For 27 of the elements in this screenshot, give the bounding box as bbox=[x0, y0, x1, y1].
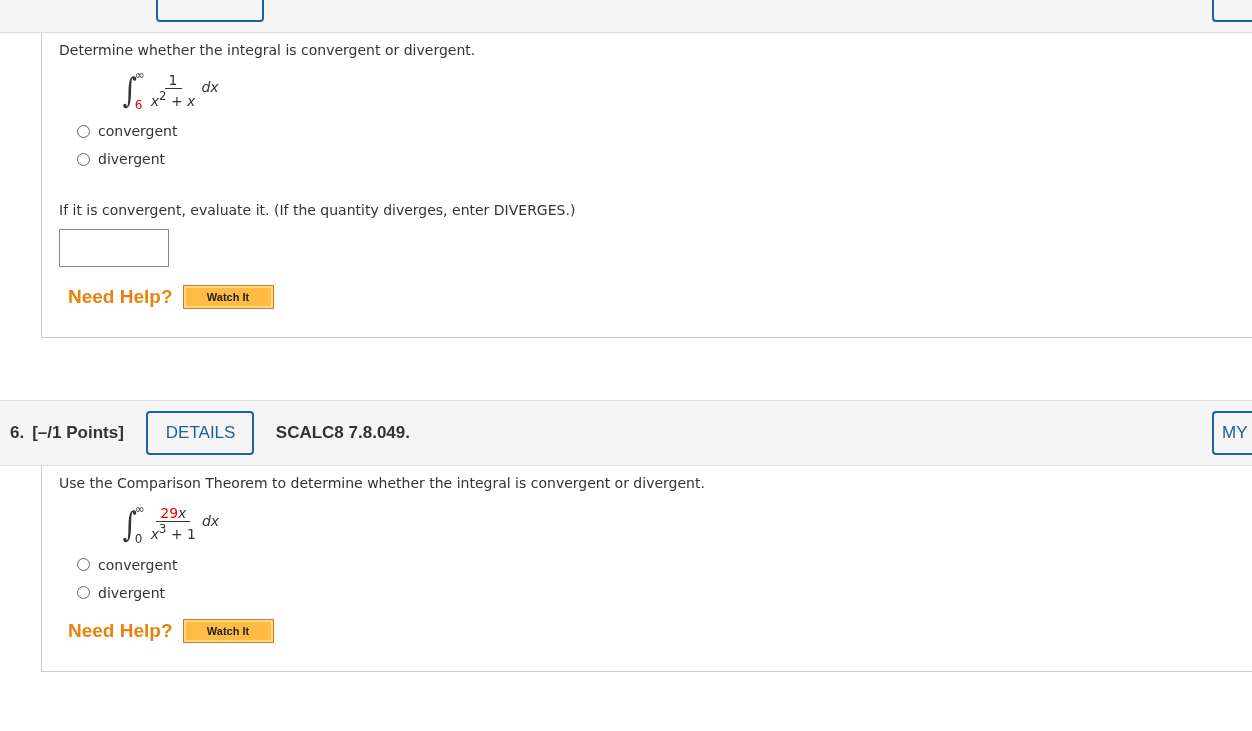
lower-limit: 6 bbox=[134, 98, 144, 113]
option-label[interactable]: convergent bbox=[98, 123, 178, 140]
denominator: x$^{3}$ + 1 bbox=[149, 522, 197, 542]
integral-sign: ∫ bbox=[122, 73, 137, 108]
option-label[interactable]: divergent bbox=[98, 584, 166, 601]
lower-limit: 0 bbox=[134, 531, 144, 546]
numerator: 1 bbox=[164, 71, 182, 89]
problem-code: SCALC8 7.8.049. bbox=[275, 423, 410, 444]
watch-it-button[interactable]: Watch It bbox=[182, 618, 274, 643]
need-help-label: Need Help? bbox=[68, 286, 173, 309]
watch-it-button[interactable]: Watch It bbox=[182, 285, 274, 310]
question-prompt: Use the Comparison Theorem to determine whether the integral is convergent or divergent. bbox=[59, 474, 706, 493]
need-help-label: Need Help? bbox=[68, 619, 173, 642]
points-label: [–/1 Points] bbox=[32, 423, 124, 444]
numerator: 29x bbox=[156, 505, 191, 523]
answer-field[interactable] bbox=[59, 229, 169, 268]
differential: dx bbox=[201, 79, 219, 96]
my-notes-button[interactable]: MY bbox=[1212, 411, 1252, 456]
question-number: 6. bbox=[10, 423, 25, 444]
denominator: x$^{2}$ + x bbox=[149, 88, 197, 109]
question-prompt: Determine whether the integral is convergent or divergent. bbox=[59, 41, 477, 60]
option-label[interactable]: convergent bbox=[98, 556, 178, 573]
integral-sign: ∫ bbox=[122, 506, 137, 541]
followup-prompt: If it is convergent, evaluate it. (If the quantity diverges, enter DIVERGES.) bbox=[59, 201, 577, 220]
details-button[interactable]: DETAILS bbox=[145, 411, 254, 456]
differential: dx bbox=[202, 512, 220, 529]
option-label[interactable]: divergent bbox=[98, 151, 166, 168]
